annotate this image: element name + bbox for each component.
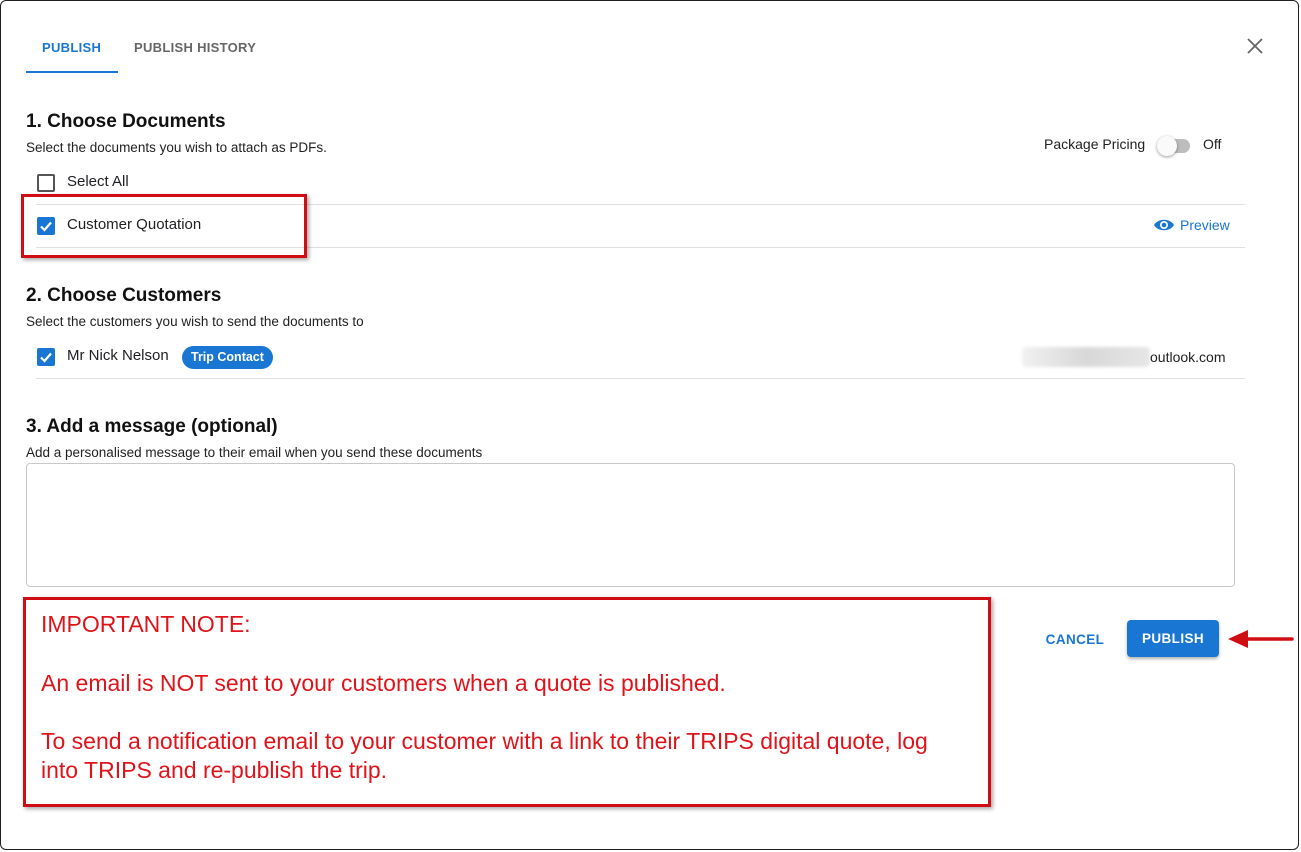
section-title-message: 3. Add a message (optional) (26, 416, 278, 437)
cancel-button[interactable]: CANCEL (1036, 622, 1114, 656)
annotation-arrow-icon (1228, 630, 1294, 648)
annotation-highlight-box (21, 194, 307, 258)
customer-name: Mr Nick Nelson (67, 347, 169, 364)
package-pricing-state: Off (1203, 136, 1222, 152)
redacted-email-prefix (1022, 347, 1150, 367)
note-line-1: An email is NOT sent to your customers w… (41, 670, 726, 696)
note-line-2b: into TRIPS and re-publish the trip. (41, 757, 388, 783)
section-title-customers: 2. Choose Customers (26, 285, 222, 306)
active-tab-indicator (26, 71, 118, 73)
package-pricing-toggle[interactable] (1157, 136, 1190, 156)
note-line-2a: To send a notification email to your cus… (41, 728, 928, 754)
preview-label: Preview (1180, 217, 1230, 233)
message-textarea[interactable] (26, 463, 1235, 587)
package-pricing-label: Package Pricing (1044, 136, 1146, 152)
section-title-documents: 1. Choose Documents (26, 111, 226, 132)
customer-email: outlook.com (1150, 349, 1226, 365)
tab-publish-history[interactable]: PUBLISH HISTORY (134, 40, 256, 55)
section-subtitle-customers: Select the customers you wish to send th… (26, 314, 364, 329)
select-all-checkbox[interactable] (37, 174, 55, 192)
preview-link[interactable]: Preview (1153, 217, 1230, 233)
toggle-knob (1157, 136, 1177, 156)
close-icon[interactable] (1244, 35, 1266, 57)
customer-checkbox[interactable] (37, 348, 55, 366)
publish-button[interactable]: PUBLISH (1127, 620, 1219, 657)
select-all-label: Select All (67, 173, 129, 190)
section-subtitle-documents: Select the documents you wish to attach … (26, 140, 327, 155)
trip-contact-badge: Trip Contact (182, 346, 273, 369)
tab-publish[interactable]: PUBLISH (42, 40, 101, 55)
divider (36, 378, 1245, 379)
section-subtitle-message: Add a personalised message to their emai… (26, 445, 483, 460)
eye-icon (1154, 219, 1174, 231)
note-heading: IMPORTANT NOTE: (41, 611, 251, 637)
